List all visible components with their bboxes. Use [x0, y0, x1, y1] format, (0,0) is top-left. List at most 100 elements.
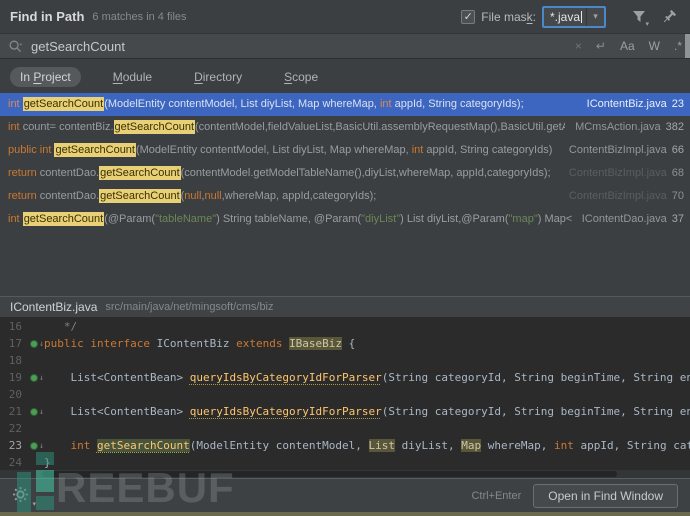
- code-segment: queryIdsByCategoryIdForParser: [189, 371, 382, 384]
- filter-button[interactable]: ▾: [628, 6, 650, 28]
- code-segment: contentDao.: [39, 167, 100, 179]
- result-code: int getSearchCount(@Param("tableName") S…: [8, 208, 572, 231]
- implemented-marker-icon[interactable]: [30, 441, 39, 450]
- code-segment: List: [368, 439, 396, 452]
- code-segment: appId, String categoryId: [580, 439, 690, 452]
- regex-toggle[interactable]: .*: [674, 39, 682, 53]
- code-segment: getSearchCount: [54, 143, 136, 157]
- code-segment: getSearchCount: [99, 189, 181, 203]
- code-segment: (@Param(: [104, 213, 156, 225]
- gutter-icon-slot: [22, 352, 44, 369]
- result-row[interactable]: return contentDao.getSearchCount(content…: [0, 162, 690, 185]
- file-mask-value: *.java: [549, 9, 582, 24]
- code-segment: "map": [508, 213, 538, 225]
- code-segment: return: [8, 167, 40, 179]
- implemented-marker-icon[interactable]: [30, 339, 39, 348]
- find-in-path-dialog: Find in Path 6 matches in 4 files ✓ File…: [0, 0, 690, 516]
- result-row[interactable]: int getSearchCount(ModelEntity contentMo…: [0, 93, 690, 116]
- code-segment: count= contentBiz.: [22, 121, 114, 133]
- code-line: 18: [0, 352, 690, 369]
- implemented-marker-icon[interactable]: [30, 373, 39, 382]
- code-line: 17 ↓ public interface IContentBiz extends …: [0, 335, 690, 352]
- words-toggle[interactable]: W: [649, 39, 660, 53]
- page-edge-strip: [0, 512, 690, 516]
- code-segment: (ModelEntity contentModel,: [189, 439, 369, 452]
- chevron-down-icon[interactable]: ▾: [586, 7, 604, 26]
- code-line: 23 ↓ int getSearchCount(ModelEntity conte…: [0, 437, 690, 454]
- newline-icon[interactable]: ↵: [596, 39, 606, 53]
- gutter-icon-slot: ↓: [22, 335, 44, 352]
- code-segment: {: [342, 337, 356, 350]
- code-segment: queryIdsByCategoryIdForParser: [189, 405, 382, 418]
- gear-icon: [13, 486, 28, 502]
- tab-directory[interactable]: Directory: [184, 67, 252, 87]
- code-segment: ) Map<St: [537, 213, 572, 225]
- code-line: 21 ↓ List<ContentBean> queryIdsByCategory…: [0, 403, 690, 420]
- match-case-toggle[interactable]: Aa: [620, 39, 635, 53]
- file-mask-checkbox[interactable]: ✓: [461, 9, 476, 24]
- gutter-icon-slot: [22, 420, 44, 437]
- tab-module[interactable]: Module: [103, 67, 162, 87]
- line-number: 68: [671, 167, 684, 179]
- line-number: 66: [671, 144, 684, 156]
- result-file-label: IContentBiz.java 23: [587, 93, 684, 116]
- scrollbar-edge[interactable]: [685, 34, 690, 58]
- pin-button[interactable]: [658, 6, 680, 28]
- filter-menu-arrow-icon: ▾: [645, 20, 649, 28]
- settings-button[interactable]: ▾: [12, 486, 36, 508]
- code-segment: public interface: [44, 337, 157, 350]
- implemented-marker-icon[interactable]: [30, 407, 39, 416]
- code-segment: int: [44, 439, 97, 452]
- tab-scope[interactable]: Scope: [274, 67, 328, 87]
- open-in-find-window-button[interactable]: Open in Find Window: [533, 483, 678, 508]
- code-text: }: [44, 454, 690, 470]
- code-text: */: [44, 318, 690, 335]
- code-segment: List<ContentBean>: [44, 405, 190, 418]
- result-row[interactable]: int getSearchCount(@Param("tableName") S…: [0, 208, 690, 231]
- code-segment: extends: [236, 337, 290, 350]
- dialog-title: Find in Path: [10, 9, 85, 24]
- gutter-icon-slot: [22, 386, 44, 403]
- result-row[interactable]: int count= contentBiz.getSearchCount(con…: [0, 116, 690, 139]
- horizontal-scrollbar: [0, 470, 690, 478]
- code-segment: (String categoryId, String beginTime, St…: [381, 371, 690, 384]
- code-segment: (contentModel,fieldValueList,BasicUtil.a…: [195, 121, 566, 133]
- code-segment: int: [8, 213, 23, 225]
- code-segment: whereMap,: [481, 439, 554, 452]
- code-segment: "diyList": [361, 213, 401, 225]
- search-field[interactable]: getSearchCount × ↵ Aa W .*: [0, 33, 690, 59]
- shortcut-hint: Ctrl+Enter: [471, 489, 522, 502]
- match-summary: 6 matches in 4 files: [92, 10, 187, 23]
- file-name: IContentBiz.java: [586, 98, 667, 110]
- gutter-icon-slot: [22, 318, 44, 335]
- code-segment: int: [379, 98, 392, 110]
- clear-search-icon[interactable]: ×: [575, 39, 582, 53]
- code-segment: getSearchCount: [22, 212, 105, 226]
- result-file-label: ContentBizImpl.java 66: [569, 139, 684, 162]
- code-segment: ,whereMap, appId,categoryIds);: [221, 190, 377, 202]
- code-segment: int: [8, 98, 23, 110]
- code-segment: (String categoryId, String beginTime, St…: [381, 405, 690, 418]
- result-code: int count= contentBiz.getSearchCount(con…: [8, 116, 565, 139]
- code-segment: int: [8, 121, 23, 133]
- code-segment: */: [44, 320, 78, 333]
- code-segment: null: [204, 190, 222, 202]
- search-query[interactable]: getSearchCount: [31, 39, 561, 54]
- code-preview-editor[interactable]: 16 */ 17 ↓ public interface IContentBiz ext…: [0, 318, 690, 470]
- file-name: MCmsAction.java: [575, 121, 661, 133]
- gutter-icon-slot: ↓: [22, 403, 44, 420]
- gutter-line-number: 21: [8, 405, 22, 418]
- gutter-line-number: 16: [8, 320, 22, 333]
- gutter-line-number: 23: [8, 439, 22, 452]
- result-row[interactable]: public int getSearchCount(ModelEntity co…: [0, 139, 690, 162]
- code-text: public interface IContentBiz extends IBa…: [44, 335, 690, 352]
- file-name: IContentDao.java: [581, 213, 667, 225]
- file-mask-combobox[interactable]: *.java ▾: [541, 5, 606, 28]
- result-row[interactable]: return contentDao.getSearchCount(null,nu…: [0, 185, 690, 208]
- code-segment: public int: [8, 144, 55, 156]
- tab-in-project[interactable]: In Project: [10, 66, 81, 87]
- code-text: List<ContentBean> queryIdsByCategoryIdFo…: [44, 403, 690, 420]
- horizontal-scrollbar-thumb[interactable]: [42, 471, 617, 477]
- file-mask-label: File mask:: [481, 9, 536, 24]
